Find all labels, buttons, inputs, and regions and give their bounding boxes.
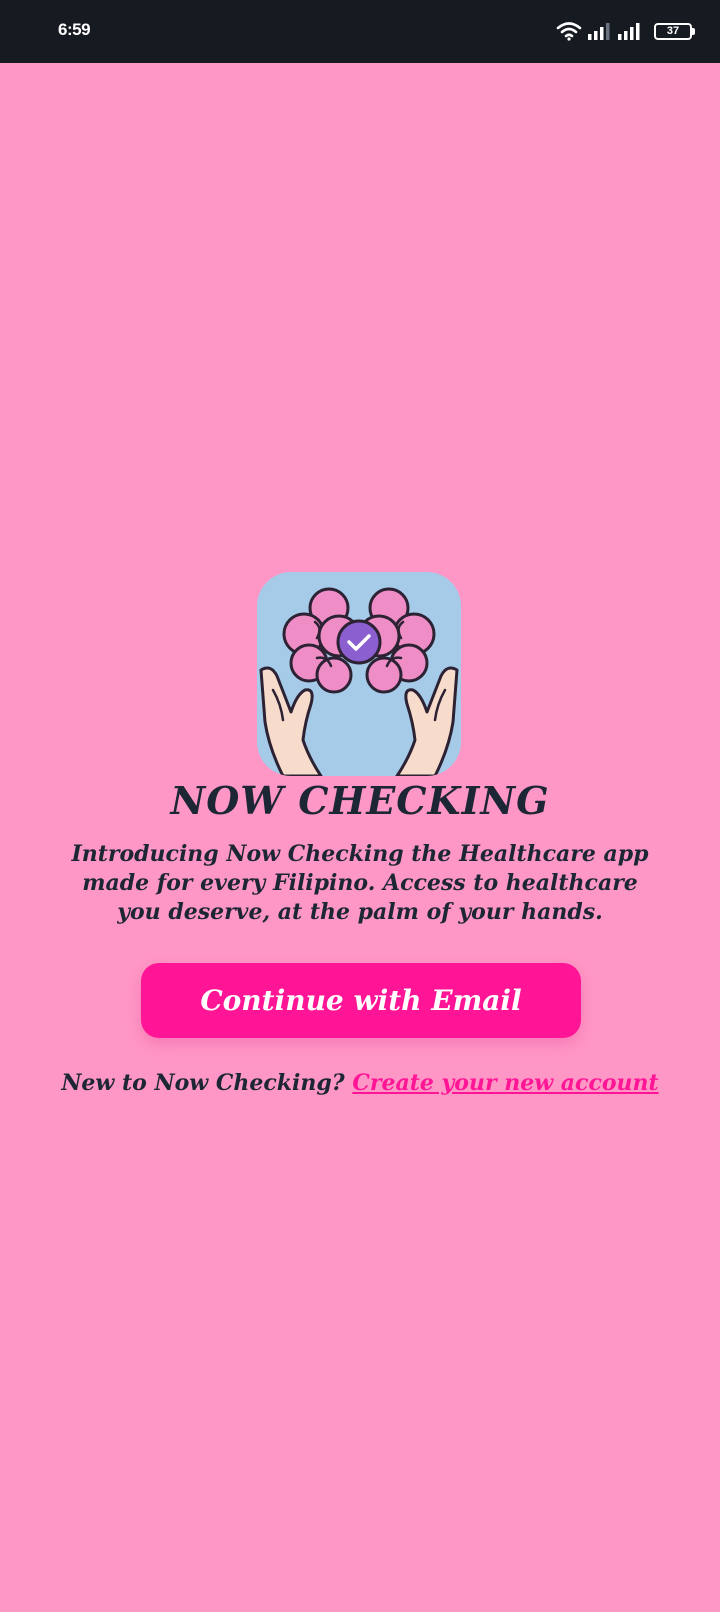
wifi-icon [556,22,582,41]
create-account-link[interactable]: Create your new account [352,1070,658,1096]
app-logo [257,572,461,776]
status-time: 6:59 [58,20,91,39]
battery-level: 37 [666,24,680,37]
battery-icon: 37 [654,22,695,40]
signal-icon [588,23,610,40]
status-bar: 6:59 37 [0,0,720,63]
signal-icon-2 [618,23,640,40]
signup-prompt: New to Now Checking? [61,1070,345,1096]
app-description: Introducing Now Checking the Healthcare … [71,841,649,925]
app-title: NOW CHECKING [170,778,550,823]
signup-row: New to Now Checking? Create your new acc… [0,1070,720,1096]
brain-hands-check-icon [259,587,459,776]
status-icons: 37 [556,18,695,44]
continue-with-email-button[interactable]: Continue with Email [141,963,581,1038]
